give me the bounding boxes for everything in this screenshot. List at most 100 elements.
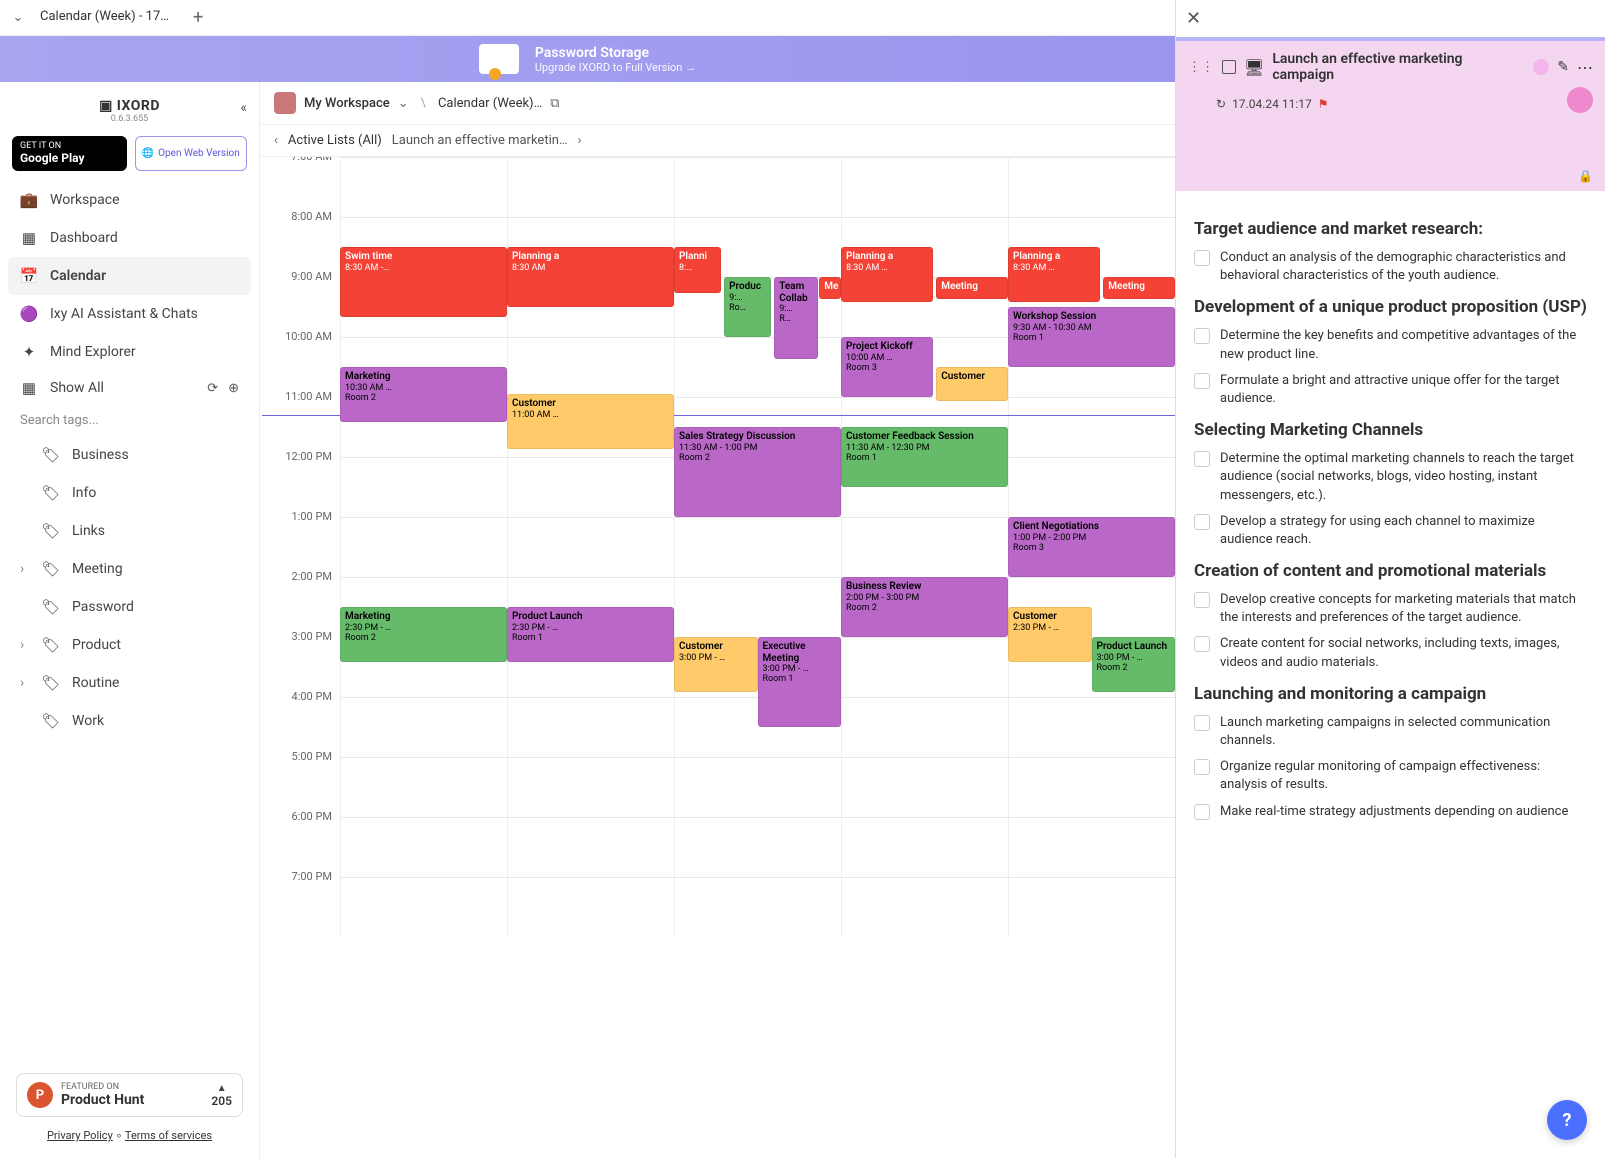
calendar-event[interactable]: Meeting bbox=[936, 277, 1008, 299]
workspace-name[interactable]: My Workspace bbox=[304, 96, 390, 111]
tab-calendar[interactable]: Calendar (Week) - 17… bbox=[28, 3, 181, 32]
calendar-event[interactable]: Customer3:00 PM - … bbox=[674, 637, 758, 692]
tag-meeting[interactable]: ›🏷Meeting bbox=[8, 550, 251, 588]
workspace-avatar[interactable] bbox=[274, 92, 296, 114]
calendar-event[interactable]: Product Launch3:00 PM - …Room 2 bbox=[1092, 637, 1176, 692]
calendar-event[interactable]: Swim time8:30 AM -… bbox=[340, 247, 507, 317]
chevron-down-icon[interactable]: ⌄ bbox=[398, 96, 409, 111]
tag-password[interactable]: 🏷Password bbox=[8, 588, 251, 626]
time-label: 8:00 AM bbox=[260, 210, 340, 270]
assignee-avatar[interactable] bbox=[1567, 87, 1593, 113]
tag-icon: 🏷 bbox=[42, 484, 60, 502]
add-icon[interactable]: ⊕ bbox=[228, 381, 239, 396]
checklist-item[interactable]: Create content for social networks, incl… bbox=[1194, 635, 1587, 671]
calendar-event[interactable]: Meeting bbox=[1103, 277, 1175, 299]
checkbox[interactable] bbox=[1194, 451, 1210, 467]
next-icon[interactable]: › bbox=[578, 133, 582, 148]
more-icon[interactable]: ⋯ bbox=[1577, 58, 1593, 77]
prev-icon[interactable]: ‹ bbox=[274, 133, 278, 148]
upgrade-banner[interactable]: Password Storage Upgrade IXORD to Full V… bbox=[0, 36, 1175, 82]
checklist-item[interactable]: Develop a strategy for using each channe… bbox=[1194, 513, 1587, 549]
calendar-event[interactable]: Project Kickoff10:00 AM …Room 3 bbox=[841, 337, 933, 397]
calendar-event[interactable]: Produc9:…Ro… bbox=[724, 277, 771, 337]
tag-business[interactable]: 🏷Business bbox=[8, 436, 251, 474]
checklist-item[interactable]: Formulate a bright and attractive unique… bbox=[1194, 372, 1587, 408]
calendar-event[interactable]: Executive Meeting3:00 PM - …Room 1 bbox=[758, 637, 842, 727]
checklist-item[interactable]: Make real-time strategy adjustments depe… bbox=[1194, 803, 1587, 821]
calendar-event[interactable]: Product Launch2:30 PM - …Room 1 bbox=[507, 607, 674, 662]
tag-work[interactable]: 🏷Work bbox=[8, 702, 251, 740]
calendar-event[interactable]: Customer2:30 PM - … bbox=[1008, 607, 1092, 662]
drag-handle-icon[interactable]: ⋮⋮ bbox=[1188, 60, 1214, 75]
terms-link[interactable]: Terms of services bbox=[125, 1129, 212, 1142]
checkbox[interactable] bbox=[1194, 636, 1210, 652]
open-web-button[interactable]: 🌐 Open Web Version bbox=[135, 136, 248, 171]
checklist-item[interactable]: Organize regular monitoring of campaign … bbox=[1194, 758, 1587, 794]
nav-icon: 🟣 bbox=[20, 305, 38, 323]
breadcrumb-page[interactable]: Calendar (Week)… bbox=[438, 96, 542, 111]
calendar-event[interactable]: Planning a8:30 AM bbox=[507, 247, 674, 307]
close-panel-icon[interactable]: ✕ bbox=[1176, 0, 1605, 37]
calendar-event[interactable]: Planni8:… bbox=[674, 247, 721, 293]
app-logo: ▣ IXORD bbox=[8, 98, 251, 114]
nav-ixy-ai-assistant-&-chats[interactable]: 🟣Ixy AI Assistant & Chats bbox=[8, 295, 251, 333]
google-play-button[interactable]: GET IT ONGoogle Play bbox=[12, 136, 127, 171]
flag-icon[interactable]: ⚑ bbox=[1318, 97, 1329, 111]
checklist-item[interactable]: Launch marketing campaigns in selected c… bbox=[1194, 714, 1587, 750]
calendar-grid[interactable]: 7:00 AM8:00 AM9:00 AM10:00 AM11:00 AM12:… bbox=[260, 157, 1175, 1158]
filter-active-lists[interactable]: Active Lists (All) bbox=[288, 133, 382, 148]
tag-routine[interactable]: ›🏷Routine bbox=[8, 664, 251, 702]
search-tags-input[interactable]: Search tags... bbox=[8, 405, 251, 436]
new-tab-button[interactable]: + bbox=[193, 7, 203, 28]
nav-icon: 💼 bbox=[20, 191, 38, 209]
refresh-icon[interactable]: ⟳ bbox=[207, 381, 218, 396]
tag-links[interactable]: 🏷Links bbox=[8, 512, 251, 550]
calendar-event[interactable]: Customer11:00 AM … bbox=[507, 394, 674, 449]
history-icon[interactable]: ↻ bbox=[1216, 97, 1226, 111]
calendar-event[interactable]: Team Collab9:…R… bbox=[774, 277, 817, 359]
checkbox[interactable] bbox=[1194, 592, 1210, 608]
checklist-item[interactable]: Conduct an analysis of the demographic c… bbox=[1194, 249, 1587, 285]
checkbox[interactable] bbox=[1194, 250, 1210, 266]
help-button[interactable]: ? bbox=[1547, 1100, 1587, 1140]
checkbox[interactable] bbox=[1194, 328, 1210, 344]
edit-icon[interactable]: ✎ bbox=[1557, 59, 1569, 75]
calendar-event[interactable]: Business Review2:00 PM - 3:00 PMRoom 2 bbox=[841, 577, 1008, 637]
time-label: 3:00 PM bbox=[260, 630, 340, 690]
calendar-event[interactable]: Planning a8:30 AM … bbox=[1008, 247, 1100, 302]
product-hunt-badge[interactable]: P FEATURED ON Product Hunt ▲ 205 bbox=[16, 1073, 243, 1117]
ph-icon: P bbox=[27, 1082, 53, 1108]
show-all-button[interactable]: ▦ Show All bbox=[20, 379, 104, 397]
collapse-sidebar-icon[interactable]: « bbox=[240, 100, 247, 116]
checklist-item[interactable]: Develop creative concepts for marketing … bbox=[1194, 591, 1587, 627]
calendar-event[interactable]: Workshop Session9:30 AM - 10:30 AMRoom 1 bbox=[1008, 307, 1175, 367]
checkbox[interactable] bbox=[1194, 373, 1210, 389]
privacy-link[interactable]: Privary Policy bbox=[47, 1129, 113, 1142]
nav-mind-explorer[interactable]: ✦Mind Explorer bbox=[8, 333, 251, 371]
calendar-event[interactable]: Customer Feedback Session11:30 AM - 12:3… bbox=[841, 427, 1008, 487]
checkbox[interactable] bbox=[1194, 715, 1210, 731]
filter-task[interactable]: Launch an effective marketin… bbox=[392, 133, 568, 148]
calendar-event[interactable]: Marketing2:30 PM - …Room 2 bbox=[340, 607, 507, 662]
nav-dashboard[interactable]: ▦Dashboard bbox=[8, 219, 251, 257]
calendar-event[interactable]: Planning a8:30 AM … bbox=[841, 247, 933, 302]
calendar-event[interactable]: Marketing10:30 AM …Room 2 bbox=[340, 367, 507, 422]
calendar-event[interactable]: Sales Strategy Discussion11:30 AM - 1:00… bbox=[674, 427, 841, 517]
calendar-event[interactable]: Customer bbox=[936, 367, 1008, 401]
color-tag[interactable] bbox=[1533, 59, 1549, 75]
external-link-icon[interactable]: ⧉ bbox=[550, 96, 559, 111]
checkbox[interactable] bbox=[1194, 759, 1210, 775]
checklist-item[interactable]: Determine the optimal marketing channels… bbox=[1194, 450, 1587, 505]
nav-calendar[interactable]: 📅Calendar bbox=[8, 257, 251, 295]
task-checkbox[interactable] bbox=[1222, 60, 1236, 74]
tag-info[interactable]: 🏷Info bbox=[8, 474, 251, 512]
tab-dropdown-icon[interactable]: ⌄ bbox=[8, 10, 28, 25]
checklist-item[interactable]: Determine the key benefits and competiti… bbox=[1194, 327, 1587, 363]
nav-workspace[interactable]: 💼Workspace bbox=[8, 181, 251, 219]
checkbox[interactable] bbox=[1194, 804, 1210, 820]
time-label: 10:00 AM bbox=[260, 330, 340, 390]
tag-product[interactable]: ›🏷Product bbox=[8, 626, 251, 664]
calendar-event[interactable]: Me bbox=[819, 277, 841, 299]
checkbox[interactable] bbox=[1194, 514, 1210, 530]
calendar-event[interactable]: Client Negotiations1:00 PM - 2:00 PMRoom… bbox=[1008, 517, 1175, 577]
